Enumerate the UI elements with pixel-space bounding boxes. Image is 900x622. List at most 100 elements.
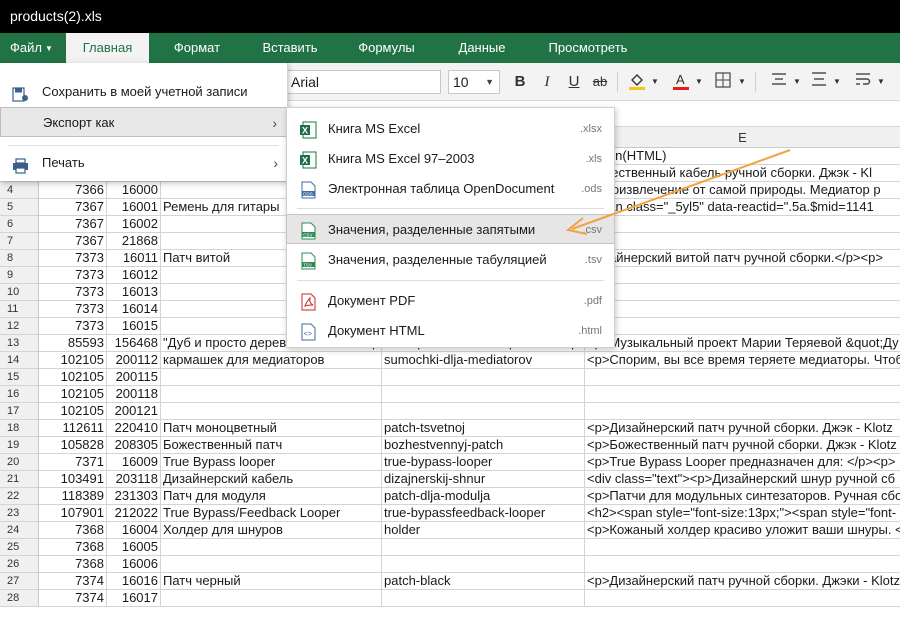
cell-c[interactable] bbox=[161, 403, 382, 420]
menu-item-save-to-account[interactable]: Сохранить в моей учетной записи bbox=[0, 77, 288, 107]
align-horizontal-icon[interactable] bbox=[768, 71, 790, 93]
cell-e[interactable] bbox=[585, 539, 900, 556]
font-size-select[interactable]: 10 ▼ bbox=[448, 70, 500, 94]
cell-b[interactable]: 16016 bbox=[107, 573, 161, 590]
cell-e[interactable]: <p>Дизайнерский патч ручной сборки. Джэк… bbox=[585, 420, 900, 437]
row-number[interactable]: 19 bbox=[0, 437, 39, 454]
italic-icon[interactable]: I bbox=[536, 71, 558, 93]
cell-a[interactable]: 102105 bbox=[39, 369, 107, 386]
row-number[interactable]: 4 bbox=[0, 182, 39, 199]
cell-a[interactable]: 102105 bbox=[39, 386, 107, 403]
cell-e[interactable]: ription(HTML) bbox=[585, 148, 900, 165]
file-menu-button[interactable]: Файл ▼ bbox=[0, 33, 66, 63]
tab-data[interactable]: Данные bbox=[438, 33, 526, 63]
cell-e[interactable]: <h2><span style="font-size:13px;"><span … bbox=[585, 505, 900, 522]
cell-e[interactable]: <p>Патчи для модульных синтезаторов. Руч… bbox=[585, 488, 900, 505]
tab-review[interactable]: Просмотреть bbox=[526, 33, 650, 63]
cell-a[interactable]: 7373 bbox=[39, 318, 107, 335]
export-pdf[interactable]: Документ PDF .pdf bbox=[287, 286, 614, 316]
cell-a[interactable]: 7366 bbox=[39, 182, 107, 199]
cell-a[interactable]: 7371 bbox=[39, 454, 107, 471]
chevron-down-icon[interactable]: ▼ bbox=[737, 71, 747, 93]
row-number[interactable]: 21 bbox=[0, 471, 39, 488]
chevron-down-icon[interactable]: ▼ bbox=[876, 71, 886, 93]
row-number[interactable]: 7 bbox=[0, 233, 39, 250]
row-number[interactable]: 13 bbox=[0, 335, 39, 352]
cell-b[interactable]: 21868 bbox=[107, 233, 161, 250]
cell-e[interactable]: Божественный кабель ручной сборки. Джэк … bbox=[585, 165, 900, 182]
export-csv[interactable]: CSV Значения, разделенные запятыми .csv bbox=[286, 214, 615, 244]
cell-a[interactable]: 102105 bbox=[39, 352, 107, 369]
cell-e[interactable]: <p>Божественный патч ручной сборки. Джэк… bbox=[585, 437, 900, 454]
cell-a[interactable]: 103491 bbox=[39, 471, 107, 488]
cell-e[interactable]: <p>Дизайнерский патч ручной сборки. Джэк… bbox=[585, 573, 900, 590]
cell-e[interactable] bbox=[585, 216, 900, 233]
cell-e[interactable]: <span class="_5yl5" data-reactid=".5a.$m… bbox=[585, 199, 900, 216]
row-number[interactable]: 23 bbox=[0, 505, 39, 522]
cell-a[interactable]: 7368 bbox=[39, 556, 107, 573]
cell-b[interactable]: 16015 bbox=[107, 318, 161, 335]
cell-d[interactable]: dizajnerskij-shnur bbox=[382, 471, 585, 488]
cell-b[interactable]: 16001 bbox=[107, 199, 161, 216]
cell-b[interactable]: 16013 bbox=[107, 284, 161, 301]
cell-b[interactable]: 208305 bbox=[107, 437, 161, 454]
cell-e[interactable]: <p>Музыкальный проект Марии Теряевой &qu… bbox=[585, 335, 900, 352]
cell-a[interactable]: 7367 bbox=[39, 216, 107, 233]
cell-e[interactable] bbox=[585, 386, 900, 403]
row-number[interactable]: 12 bbox=[0, 318, 39, 335]
cell-a[interactable]: 7367 bbox=[39, 199, 107, 216]
cell-d[interactable]: true-bypassfeedback-looper bbox=[382, 505, 585, 522]
borders-icon[interactable] bbox=[712, 71, 734, 93]
cell-c[interactable] bbox=[161, 369, 382, 386]
cell-a[interactable]: 107901 bbox=[39, 505, 107, 522]
row-number[interactable]: 10 bbox=[0, 284, 39, 301]
cell-d[interactable]: true-bypass-looper bbox=[382, 454, 585, 471]
cell-e[interactable] bbox=[585, 267, 900, 284]
row-number[interactable]: 26 bbox=[0, 556, 39, 573]
cell-c[interactable] bbox=[161, 539, 382, 556]
chevron-down-icon[interactable]: ▼ bbox=[694, 71, 704, 93]
cell-c[interactable]: Божественный патч bbox=[161, 437, 382, 454]
cell-b[interactable]: 16017 bbox=[107, 590, 161, 607]
underline-icon[interactable]: U bbox=[563, 71, 585, 93]
cell-d[interactable] bbox=[382, 386, 585, 403]
row-number[interactable]: 16 bbox=[0, 386, 39, 403]
cell-b[interactable]: 200121 bbox=[107, 403, 161, 420]
fill-color-icon[interactable] bbox=[626, 71, 648, 93]
cell-e[interactable]: <p>Кожаный холдер красиво уложит ваши шн… bbox=[585, 522, 900, 539]
cell-a[interactable]: 7374 bbox=[39, 573, 107, 590]
cell-e[interactable]: <p>True Bypass Looper предназначен для: … bbox=[585, 454, 900, 471]
row-number[interactable]: 11 bbox=[0, 301, 39, 318]
cell-a[interactable]: 7373 bbox=[39, 284, 107, 301]
cell-e[interactable]: звукоизвлечение от самой природы. Медиат… bbox=[585, 182, 900, 199]
cell-d[interactable]: patch-tsvetnoj bbox=[382, 420, 585, 437]
cell-b[interactable]: 220410 bbox=[107, 420, 161, 437]
menu-item-export-as[interactable]: Экспорт как › bbox=[0, 107, 288, 137]
cell-d[interactable] bbox=[382, 369, 585, 386]
cell-c[interactable] bbox=[161, 590, 382, 607]
cell-d[interactable] bbox=[382, 403, 585, 420]
tab-home[interactable]: Главная bbox=[66, 33, 149, 63]
cell-e[interactable]: <p>Спорим, вы все время теряете медиатор… bbox=[585, 352, 900, 369]
row-number[interactable]: 25 bbox=[0, 539, 39, 556]
cell-d[interactable] bbox=[382, 556, 585, 573]
row-number[interactable]: 17 bbox=[0, 403, 39, 420]
export-xls[interactable]: X Книга MS Excel 97–2003 .xls bbox=[287, 144, 614, 174]
cell-b[interactable]: 16009 bbox=[107, 454, 161, 471]
export-tsv[interactable]: TSV Значения, разделенные табуляцией .ts… bbox=[287, 245, 614, 275]
cell-a[interactable]: 7368 bbox=[39, 522, 107, 539]
cell-c[interactable]: True Bypass/Feedback Looper bbox=[161, 505, 382, 522]
row-number[interactable]: 15 bbox=[0, 369, 39, 386]
cell-d[interactable]: sumochki-dlja-mediatorov bbox=[382, 352, 585, 369]
row-number[interactable]: 24 bbox=[0, 522, 39, 539]
bold-icon[interactable]: B bbox=[509, 71, 531, 93]
cell-a[interactable]: 7367 bbox=[39, 233, 107, 250]
cell-d[interactable]: bozhestvennyj-patch bbox=[382, 437, 585, 454]
cell-e[interactable]: Дизайнерский витой патч ручной сборки.</… bbox=[585, 250, 900, 267]
row-number[interactable]: 9 bbox=[0, 267, 39, 284]
cell-b[interactable]: 212022 bbox=[107, 505, 161, 522]
cell-d[interactable] bbox=[382, 590, 585, 607]
font-name-select[interactable]: Arial bbox=[286, 70, 441, 94]
cell-c[interactable]: Холдер для шнуров bbox=[161, 522, 382, 539]
cell-e[interactable] bbox=[585, 318, 900, 335]
